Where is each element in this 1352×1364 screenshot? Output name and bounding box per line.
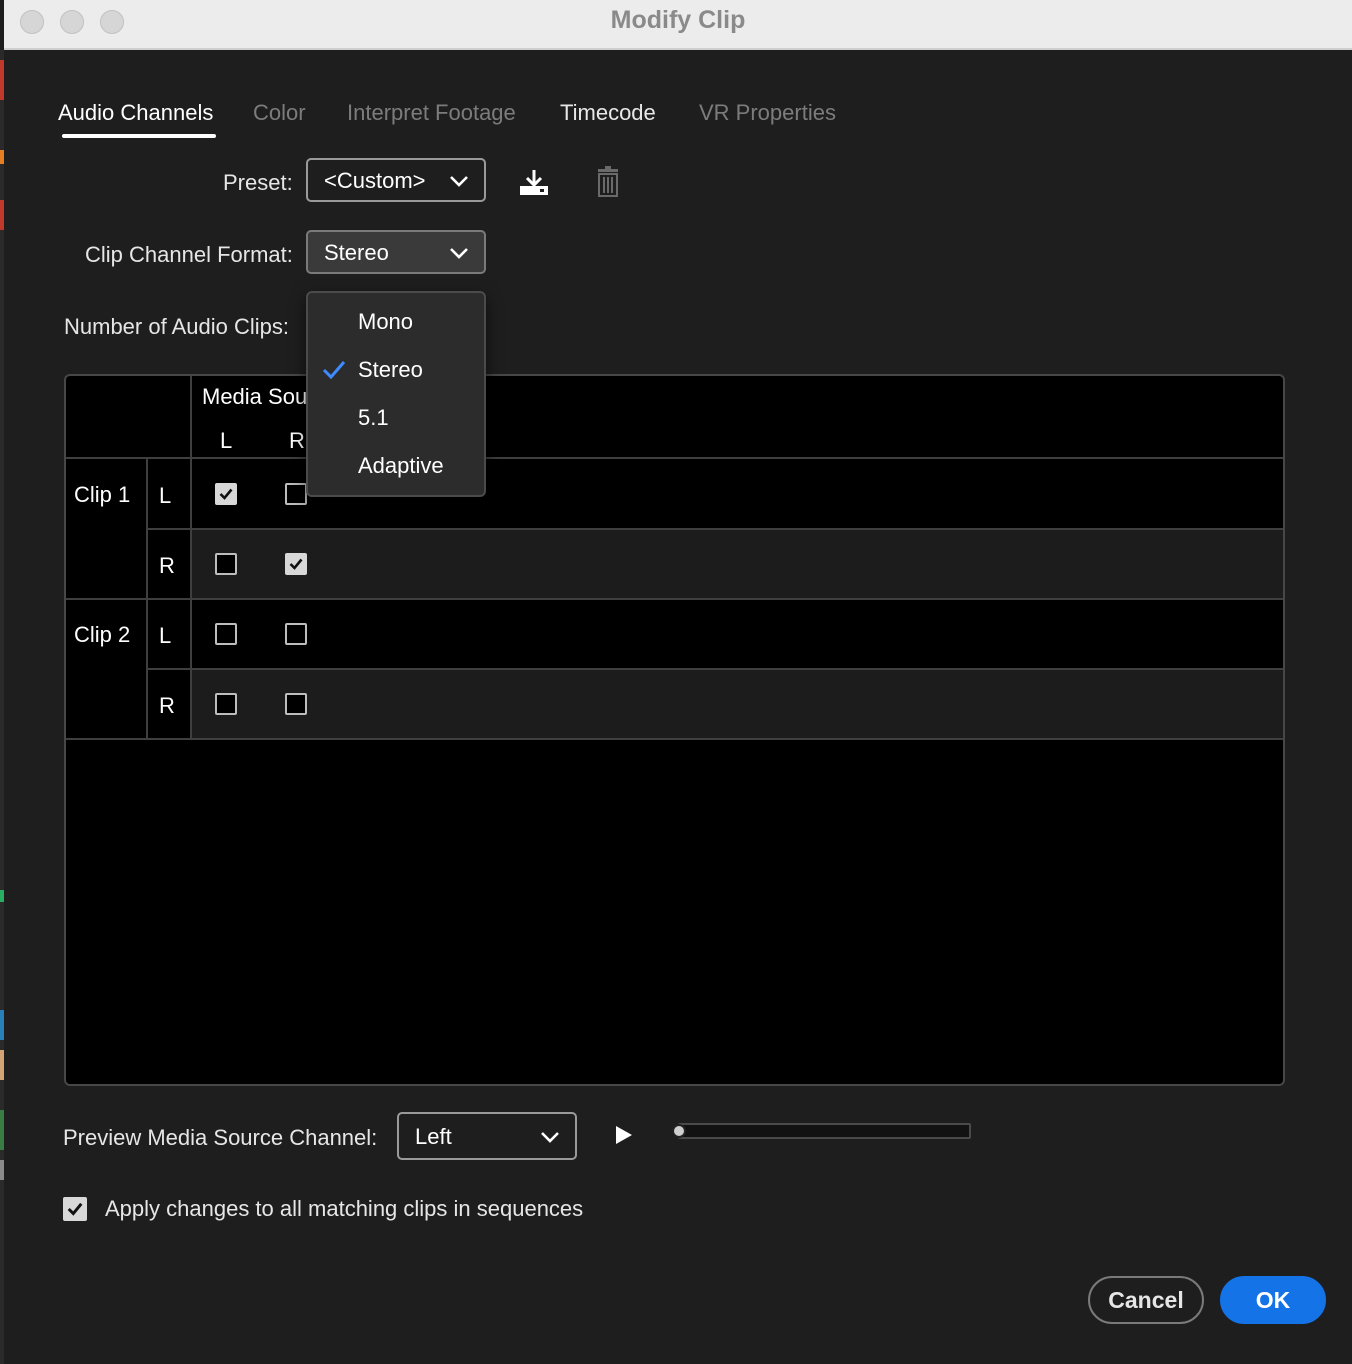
menu-item-5-1[interactable]: 5.1 [308, 397, 484, 441]
checkmark-icon [219, 488, 233, 500]
clip-2-label: Clip 2 [74, 622, 131, 647]
menu-item-adaptive[interactable]: Adaptive [308, 445, 484, 489]
tab-vr-properties[interactable]: VR Properties [699, 100, 836, 126]
clip-1-r-from-r-checkbox[interactable] [285, 553, 307, 575]
clip-1-channel-r: R [159, 553, 175, 578]
preset-label: Preset: [223, 170, 293, 195]
menu-item-mono[interactable]: Mono [308, 301, 484, 345]
chevron-down-icon [450, 176, 468, 187]
clip-1-label: Clip 1 [74, 482, 131, 507]
background-window-edge [0, 50, 4, 1364]
modify-clip-dialog: Modify Clip Audio Channels Color Interpr… [4, 0, 1352, 1364]
channel-mapping-table: Media Sou L R Clip 1 Clip 2 L R L R [64, 374, 1285, 1086]
clip-2-l-from-r-checkbox[interactable] [285, 623, 307, 645]
tab-color[interactable]: Color [253, 100, 306, 126]
preset-value: <Custom> [324, 168, 426, 193]
chevron-down-icon [541, 1132, 559, 1143]
clip-1-r-from-l-checkbox[interactable] [215, 553, 237, 575]
clip-1-l-from-l-checkbox[interactable] [215, 483, 237, 505]
download-icon[interactable] [518, 168, 550, 203]
preview-channel-label: Preview Media Source Channel: [63, 1125, 378, 1150]
tab-audio-channels[interactable]: Audio Channels [58, 100, 213, 126]
cancel-button[interactable]: Cancel [1088, 1276, 1204, 1324]
tab-interpret-footage[interactable]: Interpret Footage [347, 100, 516, 126]
source-column-l: L [220, 428, 233, 453]
preset-dropdown[interactable]: <Custom> [306, 158, 486, 202]
clip-2-channel-l: L [159, 623, 172, 648]
play-icon[interactable] [614, 1124, 634, 1151]
number-of-audio-clips-label: Number of Audio Clips: [64, 314, 289, 339]
checkmark-icon [289, 558, 303, 570]
apply-all-label: Apply changes to all matching clips in s… [105, 1196, 584, 1221]
clip-1-channel-l: L [159, 483, 172, 508]
source-column-r: R [289, 428, 305, 453]
checkmark-icon [322, 361, 346, 380]
tab-timecode[interactable]: Timecode [560, 100, 656, 126]
clip-2-r-from-l-checkbox[interactable] [215, 693, 237, 715]
clip-channel-format-value: Stereo [324, 240, 389, 265]
clip-channel-format-label: Clip Channel Format: [85, 242, 293, 267]
preview-channel-dropdown[interactable]: Left [397, 1112, 577, 1160]
clip-channel-format-dropdown[interactable]: Stereo [306, 230, 486, 274]
preview-channel-value: Left [415, 1124, 452, 1149]
slider-track [678, 1123, 971, 1139]
active-tab-indicator [62, 134, 216, 138]
ok-button[interactable]: OK [1220, 1276, 1326, 1324]
channel-format-menu: Mono Stereo 5.1 Adaptive [306, 291, 486, 497]
clip-2-channel-r: R [159, 693, 175, 718]
menu-item-stereo[interactable]: Stereo [308, 349, 484, 393]
slider-thumb[interactable] [672, 1124, 686, 1138]
media-source-header: Media Sou [202, 384, 308, 409]
clip-2-r-from-r-checkbox[interactable] [285, 693, 307, 715]
trash-icon[interactable] [594, 166, 622, 203]
clip-2-l-from-l-checkbox[interactable] [215, 623, 237, 645]
apply-all-checkbox[interactable] [63, 1197, 87, 1221]
window-title: Modify Clip [610, 6, 746, 34]
preview-position-slider[interactable] [672, 1121, 973, 1141]
checkmark-icon [67, 1202, 83, 1216]
chevron-down-icon [450, 248, 468, 259]
clip-1-l-from-r-checkbox[interactable] [285, 483, 307, 505]
title-bar: Modify Clip [4, 0, 1352, 50]
